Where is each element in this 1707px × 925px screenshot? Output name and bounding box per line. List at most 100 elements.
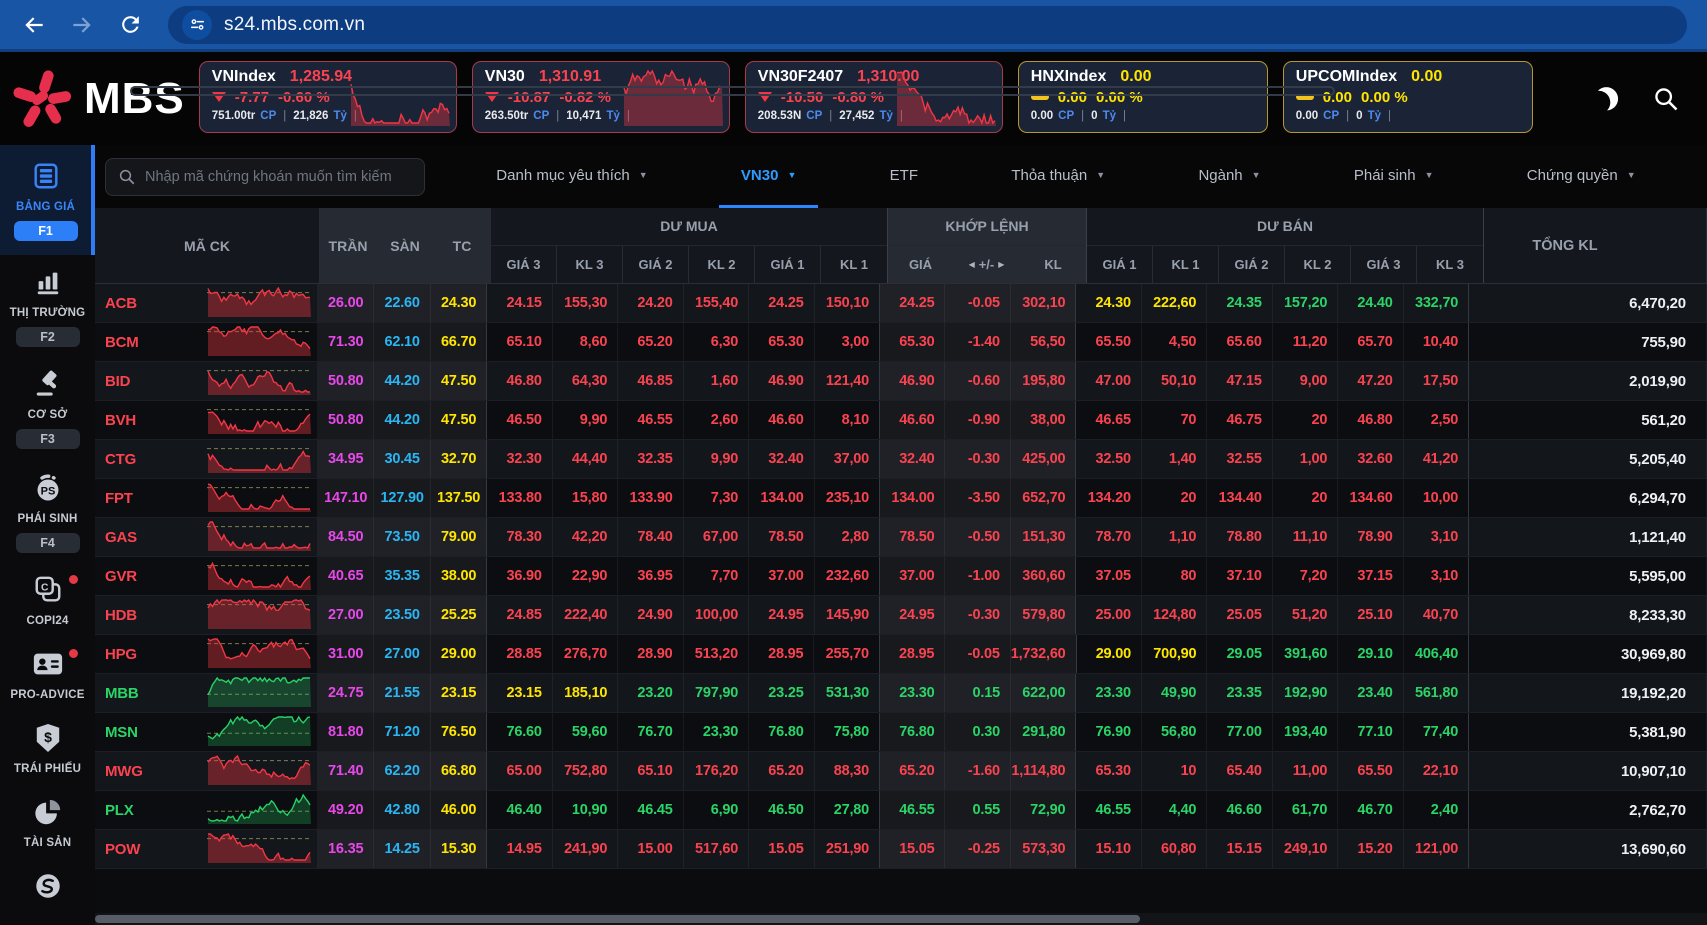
ask-volume-cell[interactable]: 391,60	[1273, 635, 1338, 673]
match-change-cell[interactable]: -3.50	[945, 479, 1010, 517]
match-price-cell[interactable]: 28.95	[880, 635, 945, 673]
ask-volume-cell[interactable]: 10	[1142, 752, 1207, 790]
tab-etf[interactable]: ETF	[868, 145, 940, 208]
bid-price-cell[interactable]: 133.80	[487, 479, 552, 517]
bid-volume-cell[interactable]: 9,90	[684, 440, 749, 478]
sidebar-item-savings[interactable]	[0, 859, 95, 916]
stock-code-cell[interactable]: MBB	[95, 674, 318, 712]
ask-price-cell[interactable]: 46.70	[1338, 791, 1403, 829]
forward-button[interactable]	[62, 5, 102, 45]
total-volume-cell[interactable]: 6,294,70	[1469, 479, 1707, 517]
bid-price-cell[interactable]: 46.50	[749, 791, 814, 829]
bid-volume-cell[interactable]: 185,10	[553, 674, 618, 712]
ask-volume-cell[interactable]: 40,70	[1404, 596, 1469, 634]
bid-volume-cell[interactable]: 10,90	[553, 791, 618, 829]
stock-code-cell[interactable]: MWG	[95, 752, 318, 790]
bid-volume-cell[interactable]: 100,00	[684, 596, 749, 634]
ask-volume-cell[interactable]: 61,70	[1273, 791, 1338, 829]
ask-price-cell[interactable]: 32.55	[1207, 440, 1272, 478]
ask-volume-cell[interactable]: 249,10	[1273, 830, 1338, 868]
match-price-cell[interactable]: 65.30	[880, 323, 945, 361]
index-card-vn30[interactable]: VN301,310.91-10.87-0.82 %263.50trCP|10,4…	[472, 61, 730, 133]
ask-price-cell[interactable]: 15.15	[1207, 830, 1272, 868]
bid-price-cell[interactable]: 32.35	[618, 440, 683, 478]
ask-price-cell[interactable]: 25.00	[1076, 596, 1141, 634]
reload-button[interactable]	[110, 5, 150, 45]
stock-code-cell[interactable]: PLX	[95, 791, 318, 829]
reference-price-cell[interactable]: 47.50	[431, 401, 487, 439]
search-button[interactable]	[1651, 84, 1681, 114]
floor-price-cell[interactable]: 27.00	[374, 635, 430, 673]
ask-price-cell[interactable]: 46.60	[1207, 791, 1272, 829]
ask-volume-cell[interactable]: 50,10	[1142, 362, 1207, 400]
match-price-cell[interactable]: 46.90	[880, 362, 945, 400]
reference-price-cell[interactable]: 66.80	[431, 752, 487, 790]
ask-volume-cell[interactable]: 121,00	[1404, 830, 1469, 868]
bid-volume-cell[interactable]: 15,80	[553, 479, 618, 517]
ask-price-cell[interactable]: 76.90	[1076, 713, 1141, 751]
total-volume-cell[interactable]: 6,470,20	[1469, 284, 1707, 322]
ceiling-price-cell[interactable]: 71.30	[318, 323, 374, 361]
ask-price-cell[interactable]: 46.55	[1076, 791, 1141, 829]
match-price-cell[interactable]: 23.30	[880, 674, 945, 712]
bid-volume-cell[interactable]: 145,90	[815, 596, 880, 634]
ask-price-cell[interactable]: 25.10	[1338, 596, 1403, 634]
match-change-cell[interactable]: -1.40	[945, 323, 1010, 361]
ask-price-cell[interactable]: 46.80	[1338, 401, 1403, 439]
bid-price-cell[interactable]: 46.55	[618, 401, 683, 439]
tab-danh-muc-yeu-thich[interactable]: Danh mục yêu thích▼	[474, 145, 669, 208]
bid-price-cell[interactable]: 78.40	[618, 518, 683, 556]
stock-code-cell[interactable]: MSN	[95, 713, 318, 751]
match-volume-cell[interactable]: 1,114,80	[1011, 752, 1076, 790]
reference-price-cell[interactable]: 25.25	[431, 596, 487, 634]
ask-volume-cell[interactable]: 60,80	[1142, 830, 1207, 868]
ceiling-price-cell[interactable]: 16.35	[318, 830, 374, 868]
bid-volume-cell[interactable]: 251,90	[815, 830, 880, 868]
bid-price-cell[interactable]: 65.20	[618, 323, 683, 361]
bid-volume-cell[interactable]: 176,20	[684, 752, 749, 790]
ask-price-cell[interactable]: 23.40	[1338, 674, 1403, 712]
index-card-upcomindex[interactable]: UPCOMIndex0.000.000.00 %0.00CP|0Tỷ|	[1283, 61, 1533, 133]
match-volume-cell[interactable]: 579,80	[1011, 596, 1076, 634]
stock-code-cell[interactable]: BVH	[95, 401, 318, 439]
match-change-cell[interactable]: -1.60	[945, 752, 1010, 790]
bid-price-cell[interactable]: 46.80	[487, 362, 552, 400]
bid-volume-cell[interactable]: 59,60	[553, 713, 618, 751]
ask-price-cell[interactable]: 23.30	[1076, 674, 1141, 712]
sidebar-item-collapse[interactable]	[0, 916, 95, 925]
match-volume-cell[interactable]: 151,30	[1011, 518, 1076, 556]
match-change-cell[interactable]: -0.90	[945, 401, 1010, 439]
ask-volume-cell[interactable]: 193,40	[1273, 713, 1338, 751]
bid-price-cell[interactable]: 36.90	[487, 557, 552, 595]
ceiling-price-cell[interactable]: 34.95	[318, 440, 374, 478]
search-box[interactable]	[105, 158, 425, 196]
match-change-cell[interactable]: 0.15	[945, 674, 1010, 712]
floor-price-cell[interactable]: 44.20	[374, 362, 430, 400]
ask-volume-cell[interactable]: 11,20	[1273, 323, 1338, 361]
ask-price-cell[interactable]: 78.90	[1338, 518, 1403, 556]
ask-volume-cell[interactable]: 41,20	[1404, 440, 1469, 478]
total-volume-cell[interactable]: 5,595,00	[1469, 557, 1707, 595]
match-change-cell[interactable]: -1.00	[945, 557, 1010, 595]
tab-thoa-thuan[interactable]: Thỏa thuận▼	[989, 145, 1127, 208]
floor-price-cell[interactable]: 22.60	[374, 284, 430, 322]
ask-price-cell[interactable]: 23.35	[1207, 674, 1272, 712]
match-price-cell[interactable]: 24.25	[880, 284, 945, 322]
bid-volume-cell[interactable]: 121,40	[815, 362, 880, 400]
bid-price-cell[interactable]: 23.20	[618, 674, 683, 712]
stock-code-cell[interactable]: FPT	[95, 479, 318, 517]
bid-volume-cell[interactable]: 37,00	[815, 440, 880, 478]
bid-volume-cell[interactable]: 88,30	[815, 752, 880, 790]
total-volume-cell[interactable]: 5,381,90	[1469, 713, 1707, 751]
ask-volume-cell[interactable]: 3,10	[1404, 518, 1469, 556]
stock-code-cell[interactable]: BCM	[95, 323, 318, 361]
match-volume-cell[interactable]: 56,50	[1011, 323, 1076, 361]
ask-volume-cell[interactable]: 17,50	[1404, 362, 1469, 400]
sidebar-item-pro-advice[interactable]: PRO-ADVICE	[0, 637, 95, 711]
bid-price-cell[interactable]: 36.95	[618, 557, 683, 595]
match-change-cell[interactable]: -0.50	[945, 518, 1010, 556]
ask-volume-cell[interactable]: 7,20	[1273, 557, 1338, 595]
bid-volume-cell[interactable]: 2,60	[684, 401, 749, 439]
index-card-vn30f2407[interactable]: VN30F24071,310.00-10.50-0.80 %208.53NCP|…	[745, 61, 1003, 133]
match-price-cell[interactable]: 46.55	[880, 791, 945, 829]
